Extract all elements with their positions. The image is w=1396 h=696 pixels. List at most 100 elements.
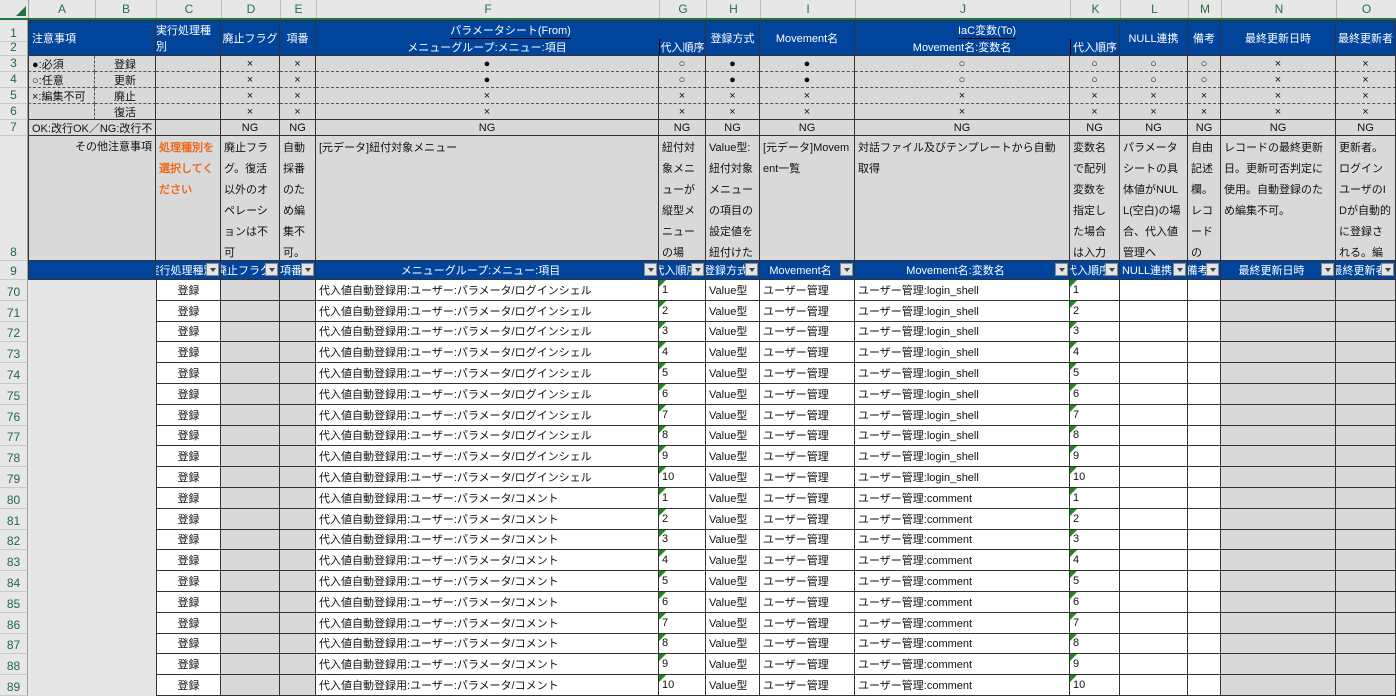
cell-filter-item-no[interactable]: 項番 xyxy=(280,261,316,280)
cell-movement-name[interactable]: ユーザー管理 xyxy=(760,530,855,551)
cell-null-link[interactable] xyxy=(1120,613,1188,634)
cell-null-link[interactable] xyxy=(1120,280,1188,301)
cell-subst-order-from[interactable]: 5 xyxy=(659,363,706,384)
col-header-h[interactable]: H xyxy=(707,0,761,18)
cell-item-no[interactable]: × xyxy=(280,104,316,120)
cell-exec-type[interactable]: 登録 xyxy=(156,550,221,571)
cell-last-updater[interactable] xyxy=(1336,613,1396,634)
cell-operation-type[interactable]: 廃止 xyxy=(95,88,156,104)
cell-legend-key[interactable]: ×:編集不可 xyxy=(28,88,95,104)
cell-remarks[interactable]: × xyxy=(1188,104,1221,120)
cell-note-regist-method[interactable]: Value型:紐付対象メニューの項目の設定値を紐付けた xyxy=(706,136,760,261)
header-menu-group-item[interactable]: メニューグループ:メニュー:項目 xyxy=(316,39,659,55)
cell-exec-type[interactable]: 登録 xyxy=(156,571,221,592)
row-header[interactable]: 6 xyxy=(0,104,28,120)
cell-movement-var[interactable]: ユーザー管理:login_shell xyxy=(855,280,1070,301)
cell-subst-order-to[interactable]: × xyxy=(1070,104,1120,120)
cell-menu-item[interactable]: 代入値自動登録用:ユーザー:パラメータ/コメント xyxy=(316,654,659,675)
col-header-o[interactable]: O xyxy=(1337,0,1396,18)
cell-regist-method[interactable]: Value型 xyxy=(706,322,760,343)
cell-last-updater[interactable] xyxy=(1336,467,1396,488)
cell-last-update[interactable] xyxy=(1221,384,1336,405)
cell-movement-name[interactable]: ● xyxy=(760,72,855,88)
cell-subst-order-from[interactable]: 8 xyxy=(659,634,706,655)
cell-item-no[interactable] xyxy=(280,592,316,613)
cell-last-updater[interactable] xyxy=(1336,634,1396,655)
filter-dropdown-last-update[interactable] xyxy=(1321,263,1334,276)
row-header[interactable]: 82 xyxy=(0,530,28,551)
cell-remarks[interactable]: × xyxy=(1188,88,1221,104)
cell-last-update[interactable]: × xyxy=(1221,72,1336,88)
cell-menu-item[interactable]: 代入値自動登録用:ユーザー:パラメータ/ログインシェル xyxy=(316,384,659,405)
cell-ng-item-no[interactable]: NG xyxy=(280,120,316,136)
cell-last-update[interactable] xyxy=(1221,446,1336,467)
cell-exec-type[interactable]: 登録 xyxy=(156,654,221,675)
cell-empty-ab[interactable] xyxy=(28,280,156,301)
row-header[interactable]: 74 xyxy=(0,363,28,384)
cell-ng-null-link[interactable]: NG xyxy=(1120,120,1188,136)
cell-remarks[interactable] xyxy=(1188,301,1221,322)
cell-note-exec-type[interactable]: 処理種別を選択してください xyxy=(156,136,221,261)
filter-dropdown-movement-var[interactable] xyxy=(1055,263,1068,276)
cell-remarks[interactable] xyxy=(1188,592,1221,613)
cell-item-no[interactable] xyxy=(280,446,316,467)
cell-subst-order-from[interactable]: ○ xyxy=(659,56,706,72)
cell-regist-method[interactable]: Value型 xyxy=(706,592,760,613)
cell-regist-method[interactable]: Value型 xyxy=(706,654,760,675)
cell-menu-item[interactable]: 代入値自動登録用:ユーザー:パラメータ/コメント xyxy=(316,675,659,696)
cell-last-updater[interactable]: × xyxy=(1336,56,1396,72)
cell-subst-order-to[interactable]: 5 xyxy=(1070,363,1120,384)
cell-null-link[interactable] xyxy=(1120,634,1188,655)
cell-menu-item[interactable]: 代入値自動登録用:ユーザー:パラメータ/ログインシェル xyxy=(316,467,659,488)
cell-last-updater[interactable] xyxy=(1336,530,1396,551)
header-abolish-flag[interactable]: 廃止フラグ xyxy=(221,20,280,56)
filter-dropdown-exec-type[interactable] xyxy=(206,263,219,276)
cell-regist-method[interactable]: Value型 xyxy=(706,405,760,426)
cell-exec-type[interactable]: 登録 xyxy=(156,301,221,322)
cell-null-link[interactable] xyxy=(1120,571,1188,592)
cell-regist-method[interactable]: Value型 xyxy=(706,488,760,509)
cell-subst-order-to[interactable]: 8 xyxy=(1070,426,1120,447)
cell-menu-item[interactable]: ● xyxy=(316,56,659,72)
cell-subst-order-to[interactable]: 10 xyxy=(1070,467,1120,488)
cell-exec-type[interactable]: 登録 xyxy=(156,634,221,655)
cell-menu-item[interactable]: 代入値自動登録用:ユーザー:パラメータ/ログインシェル xyxy=(316,301,659,322)
cell-ng-last-updater[interactable]: NG xyxy=(1336,120,1396,136)
cell-subst-order-from[interactable]: 7 xyxy=(659,405,706,426)
cell-movement-var[interactable]: ユーザー管理:comment xyxy=(855,488,1070,509)
row-header-2[interactable]: 2 xyxy=(0,42,28,56)
cell-item-no[interactable] xyxy=(280,613,316,634)
cell-movement-var[interactable]: ユーザー管理:comment xyxy=(855,571,1070,592)
cell-movement-var[interactable]: ○ xyxy=(855,72,1070,88)
cell-subst-order-from[interactable]: 6 xyxy=(659,592,706,613)
cell-abolish-flag[interactable] xyxy=(221,384,280,405)
cell-note-last-updater[interactable]: 更新者。ログインユーザのIDが自動的に登録される。編集不可。 xyxy=(1336,136,1396,261)
cell-empty-ab[interactable] xyxy=(28,634,156,655)
filter-dropdown-subst-order-to[interactable] xyxy=(1105,263,1118,276)
cell-exec-type[interactable] xyxy=(156,88,221,104)
cell-filter-abolish-flag[interactable]: 廃止フラグ xyxy=(221,261,280,280)
cell-subst-order-to[interactable]: 4 xyxy=(1070,342,1120,363)
cell-item-no[interactable]: × xyxy=(280,88,316,104)
cell-note-last-update[interactable]: レコードの最終更新日。更新可否判定に使用。自動登録のため編集不可。 xyxy=(1221,136,1336,261)
cell-menu-item[interactable]: 代入値自動登録用:ユーザー:パラメータ/コメント xyxy=(316,488,659,509)
cell-regist-method[interactable]: Value型 xyxy=(706,509,760,530)
header-notes-title[interactable]: 注意事項 xyxy=(28,20,156,56)
cell-last-updater[interactable] xyxy=(1336,509,1396,530)
cell-abolish-flag[interactable]: × xyxy=(221,56,280,72)
cell-subst-order-to[interactable]: ○ xyxy=(1070,56,1120,72)
cell-null-link[interactable] xyxy=(1120,322,1188,343)
row-header[interactable]: 71 xyxy=(0,301,28,322)
cell-exec-type[interactable]: 登録 xyxy=(156,613,221,634)
row-header[interactable]: 80 xyxy=(0,488,28,509)
cell-abolish-flag[interactable] xyxy=(221,592,280,613)
cell-abolish-flag[interactable]: × xyxy=(221,104,280,120)
cell-regist-method[interactable]: Value型 xyxy=(706,571,760,592)
cell-last-update[interactable]: × xyxy=(1221,56,1336,72)
cell-empty-ab[interactable] xyxy=(28,363,156,384)
cell-note-remarks[interactable]: 自由記述欄。レコードの xyxy=(1188,136,1221,261)
cell-exec-type[interactable] xyxy=(156,104,221,120)
cell-last-update[interactable] xyxy=(1221,654,1336,675)
cell-subst-order-to[interactable]: 3 xyxy=(1070,322,1120,343)
cell-movement-name[interactable]: ユーザー管理 xyxy=(760,446,855,467)
